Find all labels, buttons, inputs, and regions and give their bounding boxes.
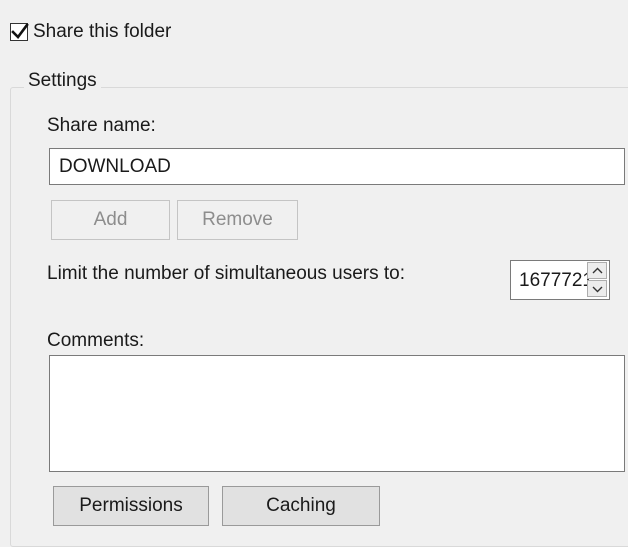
user-limit-label: Limit the number of simultaneous users t… [47,263,406,284]
spin-down-button[interactable] [587,280,607,297]
caching-button[interactable]: Caching [222,486,380,526]
comments-label: Comments: [47,330,145,351]
user-limit-value[interactable]: 16777216 [519,261,591,299]
remove-button[interactable]: Remove [177,200,298,240]
comments-textarea[interactable] [49,355,625,472]
chevron-up-icon [592,267,603,274]
settings-group-title: Settings [24,70,101,92]
add-button[interactable]: Add [51,200,170,240]
advanced-sharing-dialog: Share this folder Settings Share name: D… [0,0,628,547]
share-name-input[interactable]: DOWNLOAD [49,148,625,185]
user-limit-spinner[interactable]: 16777216 [510,260,610,300]
share-folder-checkbox-row[interactable]: Share this folder [10,18,171,46]
share-folder-checkbox[interactable] [10,23,29,41]
permissions-button[interactable]: Permissions [53,486,209,526]
share-folder-label: Share this folder [33,21,172,42]
checkmark-icon [11,23,29,39]
chevron-down-icon [592,286,603,293]
spin-up-button[interactable] [587,262,607,279]
share-name-label: Share name: [47,115,156,136]
